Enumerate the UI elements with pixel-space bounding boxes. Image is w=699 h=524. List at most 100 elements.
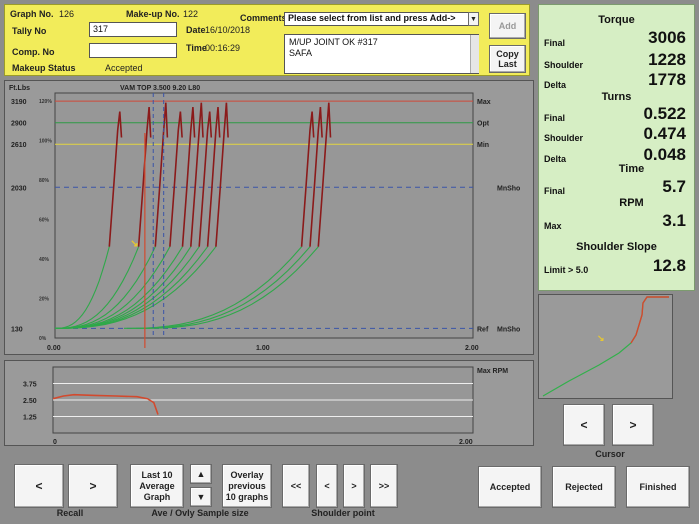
rpm-chart: 3.75 2.50 1.25 Max RPM 0 2.00 [4, 360, 534, 446]
torque-shoulder-label: Shoulder [544, 60, 584, 70]
comment-line: M/UP JOINT OK #317 [289, 37, 378, 47]
triangle-up-icon: ▲ [196, 469, 206, 479]
chevron-down-icon[interactable]: ▼ [468, 12, 479, 26]
date-label: Date [186, 25, 206, 35]
pct-tick-label: 120% [39, 99, 52, 105]
graph-no-label: Graph No. [10, 9, 54, 19]
makeup-status-value: Accepted [105, 63, 143, 73]
recall-label: Recall [56, 508, 84, 518]
x-tick-label: 0.00 [47, 345, 61, 352]
rpm-max-label: Max [544, 221, 562, 231]
sample-size-up-button[interactable]: ▲ [190, 464, 212, 484]
shoulder-zoom-chart: ↘ [538, 294, 673, 399]
cursor-right-button[interactable]: > [612, 404, 654, 446]
shoulder-slope-title: Shoulder Slope [576, 241, 657, 253]
triangle-down-icon: ▼ [196, 492, 206, 502]
time-final-value: 5.7 [662, 177, 686, 196]
overlay-previous-button[interactable]: Overlay previous 10 graphs [222, 464, 272, 508]
comments-select[interactable]: Please select from list and press Add-> [284, 12, 472, 26]
shoulder-prev-button[interactable]: < [316, 464, 338, 508]
shoulder-point-label: Shoulder point [311, 508, 375, 518]
recall-prev-button[interactable]: < [14, 464, 64, 508]
y-tick-label: 2610 [11, 142, 27, 149]
zoom-green-curve [542, 296, 669, 397]
right-label-mnsho-2: MnSho [497, 326, 520, 333]
turns-final-value: 0.522 [643, 104, 686, 123]
makeup-status-label: Makeup Status [12, 63, 76, 73]
time-label: Time [186, 43, 207, 53]
recall-next-button[interactable]: > [68, 464, 118, 508]
pct-tick-label: 0% [39, 336, 47, 342]
last-10-average-button[interactable]: Last 10 Average Graph [130, 464, 184, 508]
add-button[interactable]: Add [489, 13, 526, 39]
chart-title: VAM TOP 3.500 9.20 L80 [120, 85, 200, 92]
rpm-right-label: Max RPM [477, 368, 508, 375]
turns-title: Turns [601, 91, 632, 103]
right-label-opt: Opt [477, 121, 490, 128]
time-final-label: Final [544, 186, 566, 196]
zoom-shoulder-marker: ↘ [597, 333, 605, 343]
torque-turn-chart[interactable]: Ft.Lbs VAM TOP 3.500 9.20 L80 3190 2900 2610… [4, 80, 534, 355]
right-label-min: Min [477, 142, 489, 149]
turns-delta-value: 0.048 [643, 145, 686, 164]
torque-shoulder-value: 1228 [648, 50, 686, 69]
zoom-red-curve [630, 296, 669, 344]
rpm-y-tick-label: 3.75 [23, 382, 37, 389]
x-tick-label: 2.00 [465, 345, 479, 352]
torque-delta-label: Delta [544, 80, 567, 90]
tally-no-input[interactable]: 317 [89, 22, 177, 37]
torque-delta-value: 1778 [648, 70, 686, 89]
pct-tick-label: 40% [39, 257, 50, 263]
slope-value: 12.8 [652, 256, 686, 275]
torque-title: Torque [598, 14, 635, 26]
time-value: 00:16:29 [205, 43, 241, 53]
rpm-y-tick-label: 1.25 [23, 415, 37, 422]
sample-size-down-button[interactable]: ▼ [190, 487, 212, 507]
right-label-mnsho: MnSho [497, 185, 520, 192]
shoulder-next-button[interactable]: > [343, 464, 365, 508]
summary-panel: Torque Final 3006 Shoulder 1228 Delta 17… [538, 4, 695, 291]
comments-select-text: Please select from list and press Add-> [288, 13, 456, 23]
graph-no-value: 126 [59, 9, 75, 19]
tally-no-label: Tally No [12, 26, 47, 36]
cursor-left-button[interactable]: < [563, 404, 605, 446]
rpm-y-tick-label: 2.50 [23, 398, 37, 405]
slope-limit-label: Limit > 5.0 [544, 265, 589, 275]
y-tick-label: 2030 [11, 185, 27, 192]
comment-line: SAFA [289, 48, 313, 58]
makeup-info-panel: Graph No. 126 Make-up No. 122 Comments T… [4, 4, 530, 76]
rpm-title: RPM [619, 197, 644, 209]
rpm-max-value: 3.1 [662, 211, 686, 230]
shoulder-point-marker: ↘ [130, 239, 138, 250]
right-label-max: Max [477, 99, 491, 106]
comments-scrollbar[interactable] [470, 35, 479, 73]
time-title: Time [618, 163, 645, 175]
comp-no-input[interactable] [89, 43, 177, 58]
cursor-label: Cursor [595, 449, 625, 459]
y-axis-label: Ft.Lbs [9, 85, 30, 92]
x-tick-label: 1.00 [256, 345, 270, 352]
makeup-no-value: 122 [183, 9, 199, 19]
torque-turn-plot: Ft.Lbs VAM TOP 3.500 9.20 L80 3190 2900 2610… [9, 85, 520, 352]
date-value: 16/10/2018 [205, 25, 251, 35]
ave-ovly-sample-size-label: Ave / Ovly Sample size [151, 508, 249, 518]
rejected-button[interactable]: Rejected [552, 466, 616, 508]
right-label-ref: Ref [477, 326, 489, 333]
rpm-plot: 3.75 2.50 1.25 Max RPM 0 2.00 [23, 366, 508, 446]
accepted-button[interactable]: Accepted [478, 466, 542, 508]
pct-tick-label: 20% [39, 297, 50, 303]
turns-final-label: Final [544, 113, 566, 123]
pct-tick-label: 100% [39, 139, 52, 145]
turns-shoulder-value: 0.474 [643, 124, 686, 143]
turns-shoulder-label: Shoulder [544, 133, 584, 143]
shoulder-last-button[interactable]: >> [370, 464, 398, 508]
copy-last-button[interactable]: Copy Last [489, 45, 526, 73]
y-tick-label: 130 [11, 326, 23, 333]
y-tick-label: 2900 [11, 121, 27, 128]
shoulder-zoom-plot: ↘ [542, 296, 669, 397]
shoulder-first-button[interactable]: << [282, 464, 310, 508]
comments-memo[interactable]: M/UP JOINT OK #317 SAFA [284, 34, 479, 74]
pct-tick-label: 80% [39, 178, 50, 184]
finished-button[interactable]: Finished [626, 466, 690, 508]
pct-tick-label: 60% [39, 218, 50, 224]
